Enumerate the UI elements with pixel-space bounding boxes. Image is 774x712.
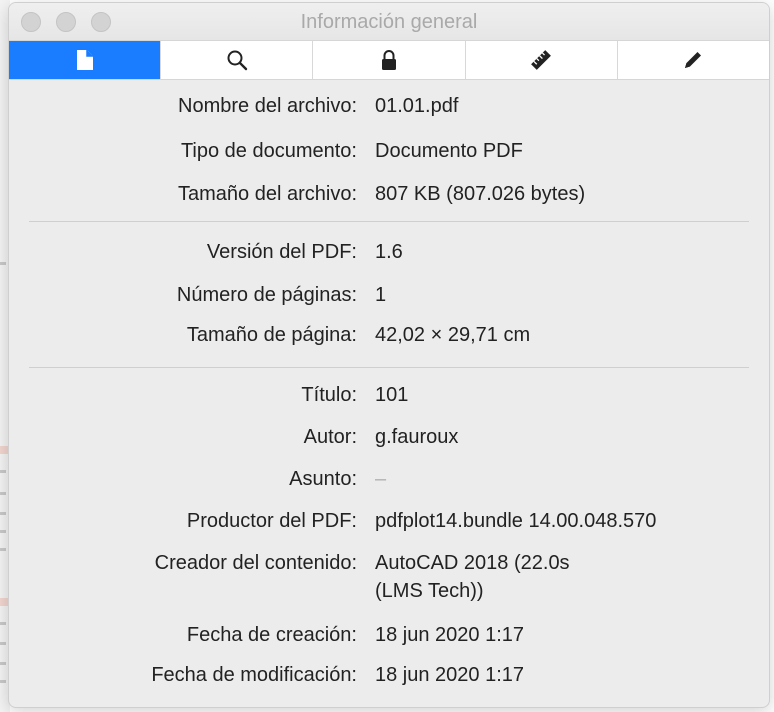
pdf-version-label: Versión del PDF: (206, 241, 357, 263)
background-text-fragment (0, 622, 6, 625)
created-label: Fecha de creación: (186, 624, 357, 646)
background-text-fragment (0, 470, 6, 473)
tab-annotations[interactable] (618, 41, 769, 79)
filesize-value: 807 KB (807.026 bytes) (375, 183, 586, 205)
background-text-fragment (0, 680, 6, 683)
background-text-fragment (0, 512, 6, 515)
background-text-fragment (0, 530, 6, 533)
doctype-label: Tipo de documento: (180, 140, 357, 162)
info-panel: Nombre del archivo: 01.01.pdf Tipo de do… (9, 80, 769, 686)
filename-label: Nombre del archivo: (178, 95, 357, 117)
producer-value: pdfplot14.bundle 14.00.048.570 (375, 510, 657, 532)
subject-value: – (375, 468, 387, 490)
tab-general[interactable] (9, 41, 162, 79)
search-icon (227, 50, 247, 71)
creator-label: Creador del contenido: (154, 552, 357, 574)
filename-value: 01.01.pdf (375, 95, 459, 117)
producer-label: Productor del PDF: (186, 510, 357, 532)
section-divider (29, 221, 749, 222)
created-value: 18 jun 2020 1:17 (375, 624, 525, 646)
creator-value-line1: AutoCAD 2018 (22.0s (375, 552, 570, 574)
page-size-label: Tamaño de página: (186, 324, 357, 346)
background-text-fragment (0, 642, 6, 645)
page-count-value: 1 (375, 284, 387, 306)
ruler-icon (531, 50, 552, 70)
tab-crop[interactable] (466, 41, 618, 79)
page-count-label: Número de páginas: (176, 284, 357, 306)
tab-search[interactable] (161, 41, 314, 79)
page-size-value: 42,02 × 29,71 cm (375, 324, 531, 346)
pdf-version-value: 1.6 (375, 241, 403, 263)
tab-security[interactable] (313, 41, 466, 79)
background-text-fragment (0, 548, 6, 551)
author-label: Autor: (303, 426, 357, 448)
background-text-fragment (0, 492, 6, 495)
background-highlight (0, 446, 8, 454)
author-value: g.fauroux (375, 426, 459, 448)
doc-title-value: 101 (375, 384, 409, 406)
filesize-label: Tamaño del archivo: (178, 183, 357, 205)
modified-value: 18 jun 2020 1:17 (375, 664, 525, 686)
lock-icon (382, 50, 396, 70)
info-window: Información general Nombre del archivo: … (8, 2, 770, 708)
window-title: Información general (300, 11, 478, 33)
background-text-fragment (0, 662, 6, 665)
doc-title-label: Título: (301, 384, 357, 406)
subject-label: Asunto: (289, 468, 357, 490)
background-highlight (0, 598, 8, 606)
inspector-tabs (9, 40, 769, 80)
section-divider (29, 367, 749, 368)
creator-value-line2: (LMS Tech)) (375, 580, 484, 602)
background-text-fragment (0, 262, 6, 265)
doctype-value: Documento PDF (375, 140, 523, 162)
document-icon (76, 50, 93, 70)
modified-label: Fecha de modificación: (151, 664, 357, 686)
title-bar[interactable]: Información general (9, 3, 769, 40)
pencil-icon (685, 52, 702, 68)
